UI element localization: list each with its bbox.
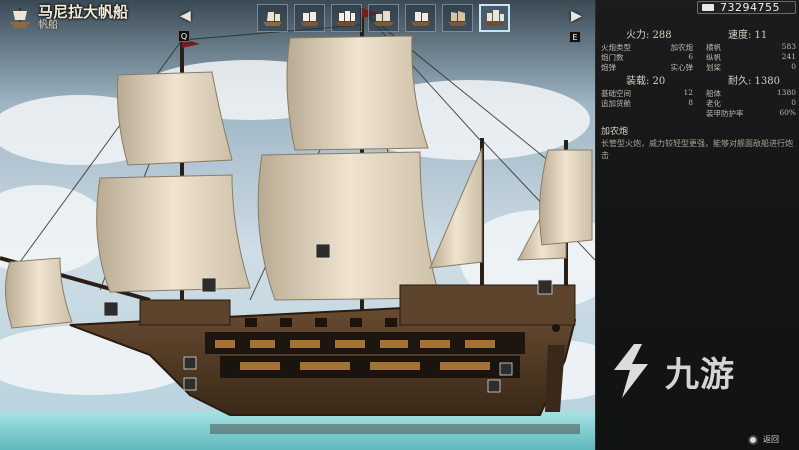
ship-tab-5[interactable] xyxy=(405,4,436,32)
ship-selector xyxy=(257,4,510,32)
back-button[interactable]: 返回 xyxy=(748,434,779,445)
speed-stat: 速度: 11 xyxy=(728,30,768,41)
game-screen: 马尼拉大帆船 帆船 ◀ ▶ Q E 73294755 火力: 288 速度: 1… xyxy=(0,0,799,450)
gold-icon xyxy=(702,4,714,11)
frigate-icon xyxy=(336,11,357,26)
ship-illustration xyxy=(0,0,595,450)
ship-tab-6[interactable] xyxy=(442,4,473,32)
prev-ship-arrow[interactable]: ◀ xyxy=(180,8,191,24)
ship-tab-2[interactable] xyxy=(294,4,325,32)
description-title: 加农炮 xyxy=(601,127,629,137)
description-text: 长管型火炮，威力较轻型更强，能够对舰面敌船进行炮击 xyxy=(601,139,793,160)
ship-tab-7[interactable] xyxy=(479,4,510,32)
manila-galleon-icon xyxy=(484,10,505,26)
sloop-icon xyxy=(300,12,319,26)
next-ship-arrow[interactable]: ▶ xyxy=(571,8,582,24)
watermark-text: 九游 xyxy=(665,354,735,395)
controller-button-icon xyxy=(748,434,758,445)
nine-game-logo-icon xyxy=(614,344,648,398)
ship-tab-4[interactable] xyxy=(368,4,399,32)
ship-tab-3[interactable] xyxy=(331,4,362,32)
ship-tab-1[interactable] xyxy=(257,4,288,32)
back-label: 返回 xyxy=(763,435,779,444)
stat-row: 追加货舱 8 xyxy=(601,98,693,108)
next-key-hint: E xyxy=(569,31,581,43)
firepower-stat: 火力: 288 xyxy=(626,30,672,41)
stat-row: 装甲防护率 60% xyxy=(706,108,796,118)
ship-class: 帆船 xyxy=(38,20,58,31)
ship-stats-panel: 73294755 火力: 288 速度: 11 火炮类型 加农炮 炮门数 6 炮弹实… xyxy=(595,0,799,450)
gold-counter: 73294755 xyxy=(697,1,796,14)
carrack-icon xyxy=(373,11,394,26)
junk-icon xyxy=(448,11,467,26)
site-watermark: 九游 xyxy=(600,340,735,402)
durability-stat: 耐久: 1380 xyxy=(728,76,780,87)
ship-viewport: 马尼拉大帆船 帆船 ◀ ▶ Q E xyxy=(0,0,595,450)
gold-amount: 73294755 xyxy=(720,1,780,14)
galleon-icon xyxy=(263,12,282,26)
prev-key-hint: Q xyxy=(178,30,190,42)
brig-icon xyxy=(411,12,430,26)
cargo-stat: 装载: 20 xyxy=(626,76,666,87)
